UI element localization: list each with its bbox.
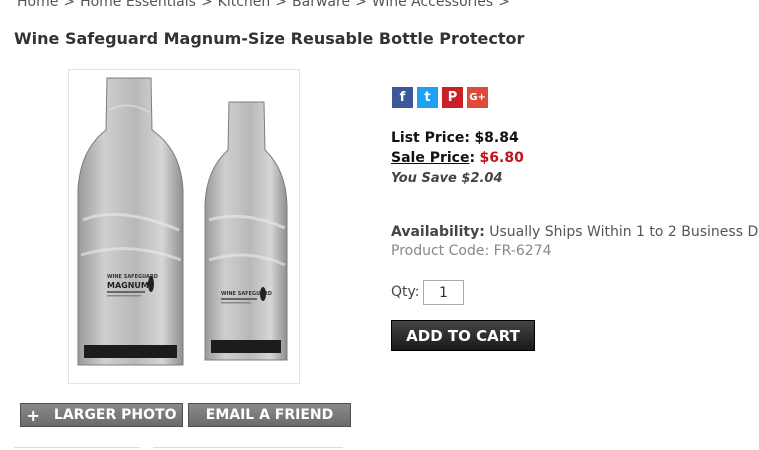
breadcrumb-home-essentials[interactable]: Home Essentials <box>80 0 196 10</box>
availability-value: Usually Ships Within 1 to 2 Business Day… <box>489 224 759 240</box>
email-friend-button[interactable]: EMAIL A FRIEND <box>188 403 351 427</box>
google-plus-icon[interactable]: G+ <box>467 87 488 108</box>
list-price-row: List Price: $8.84 <box>391 128 524 148</box>
email-friend-label: EMAIL A FRIEND <box>205 407 334 423</box>
breadcrumb-kitchen[interactable]: Kitchen <box>218 0 271 10</box>
plus-icon: + <box>26 405 40 425</box>
breadcrumb-separator: > <box>275 0 288 10</box>
add-to-cart-label: ADD TO CART <box>406 326 520 345</box>
breadcrumb: Home > Home Essentials > Kitchen > Barware > Win… <box>17 0 515 10</box>
breadcrumb-home[interactable]: Home <box>17 0 58 10</box>
breadcrumb-wine-accessories[interactable]: Wine Accessories <box>372 0 493 10</box>
sale-price-row: Sale Price: $6.80 <box>391 148 524 168</box>
breadcrumb-separator: > <box>200 0 213 10</box>
list-price-label: List Price: <box>391 130 470 146</box>
you-save-row: You Save $2.04 <box>391 168 524 188</box>
pinterest-icon[interactable]: P <box>442 87 463 108</box>
product-title: Wine Safeguard Magnum-Size Reusable Bott… <box>14 29 525 48</box>
you-save-text: You Save $2.04 <box>391 171 503 186</box>
quantity-input[interactable] <box>423 280 464 305</box>
social-share-bar: f t P G+ <box>392 87 488 108</box>
twitter-icon[interactable]: t <box>417 87 438 108</box>
larger-photo-button[interactable]: + LARGER PHOTO <box>20 403 183 427</box>
add-to-cart-button[interactable]: ADD TO CART <box>391 320 535 351</box>
breadcrumb-barware[interactable]: Barware <box>292 0 350 10</box>
quantity-label: Qty: <box>391 284 420 300</box>
sale-price-value: $6.80 <box>479 150 524 166</box>
price-block: List Price: $8.84 Sale Price: $6.80 You … <box>391 128 524 188</box>
product-code: Product Code: FR-6274 <box>391 243 552 259</box>
tab-divider-right <box>153 447 343 448</box>
sale-price-label: Sale Price <box>391 150 470 166</box>
sale-price-colon: : <box>469 150 476 166</box>
magnum-bag-shape <box>77 77 184 366</box>
magnum-label-size: MAGNUM <box>107 281 149 290</box>
larger-photo-label: LARGER PHOTO <box>53 407 177 423</box>
product-photo[interactable]: WINE SAFEGUARD MAGNUM WINE SAFEGUARD <box>68 69 300 384</box>
breadcrumb-separator: > <box>498 0 510 10</box>
safeguard-bag-shape <box>204 101 288 361</box>
breadcrumb-separator: > <box>355 0 367 10</box>
product-image: WINE SAFEGUARD MAGNUM WINE SAFEGUARD <box>77 77 288 366</box>
breadcrumb-separator: > <box>63 0 76 10</box>
list-price-value: $8.84 <box>474 130 519 146</box>
availability: Availability: Usually Ships Within 1 to … <box>391 224 759 240</box>
facebook-icon[interactable]: f <box>392 87 413 108</box>
availability-label: Availability: <box>391 224 485 240</box>
tab-divider-left <box>14 447 140 448</box>
